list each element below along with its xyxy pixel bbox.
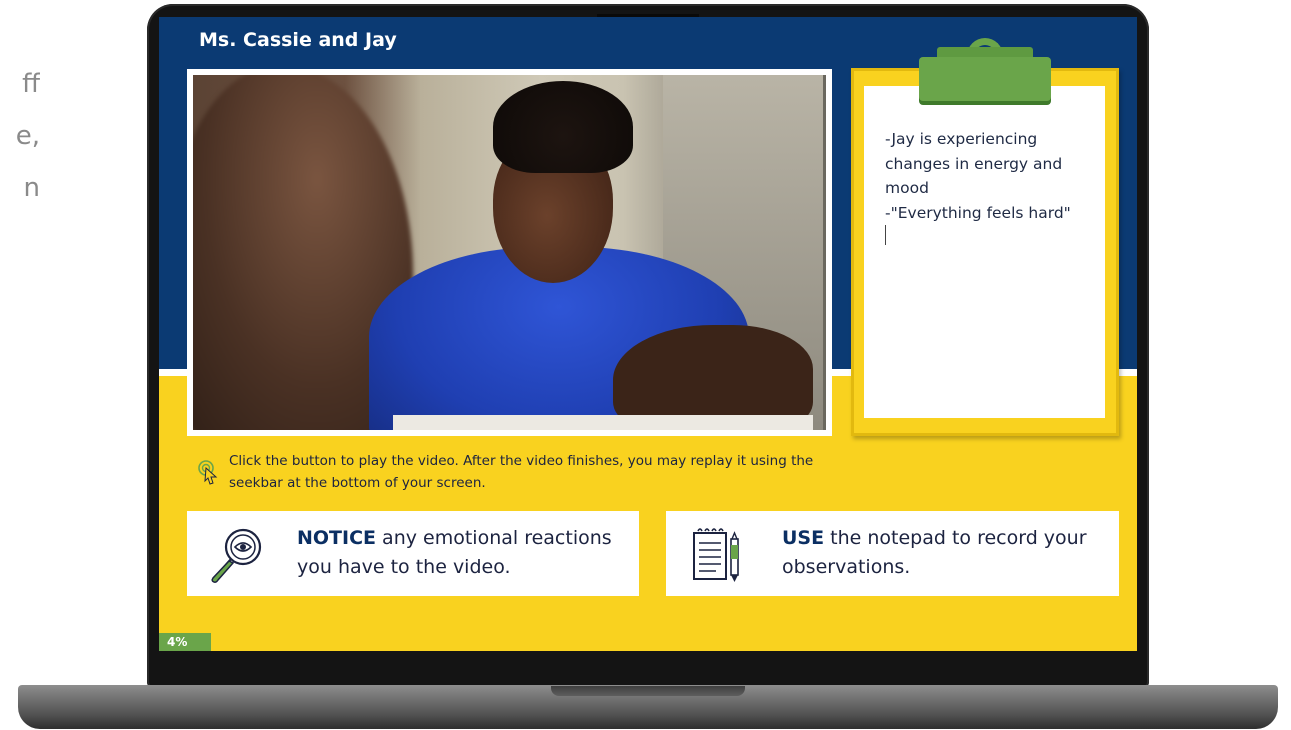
video-player[interactable] <box>187 69 832 436</box>
desk <box>393 415 813 430</box>
fragment-line: n <box>23 173 40 203</box>
notice-card: NOTICE any emotional reactions you have … <box>187 511 639 596</box>
use-text: USE the notepad to record your observati… <box>782 524 1102 582</box>
background-text-fragment: ff e, n <box>0 58 40 214</box>
progress-indicator: 4% <box>159 633 211 651</box>
slide-title: Ms. Cassie and Jay <box>199 29 397 51</box>
laptop-hinge <box>551 686 745 696</box>
text-caret <box>885 225 886 245</box>
notice-keyword: NOTICE <box>297 527 377 549</box>
fragment-line: e, <box>15 121 40 151</box>
video-frame-image[interactable] <box>193 75 826 430</box>
clipboard-clip-icon <box>919 57 1051 101</box>
notepad-text[interactable]: -Jay is experiencing changes in energy a… <box>885 127 1095 225</box>
use-keyword: USE <box>782 527 825 549</box>
pointer-click-icon <box>198 460 218 485</box>
notice-text: NOTICE any emotional reactions you have … <box>297 524 627 582</box>
fragment-line: ff <box>22 69 40 99</box>
student-hair <box>493 81 633 173</box>
magnifier-eye-icon <box>211 528 262 583</box>
use-body: the notepad to record your observations. <box>782 527 1087 578</box>
use-card: USE the notepad to record your observati… <box>666 511 1119 596</box>
course-slide: Ms. Cassie and Jay -Jay is experiencing … <box>159 17 1137 651</box>
notepad-pen-icon <box>693 528 739 582</box>
instruction-text: Click the button to play the video. Afte… <box>229 453 814 491</box>
